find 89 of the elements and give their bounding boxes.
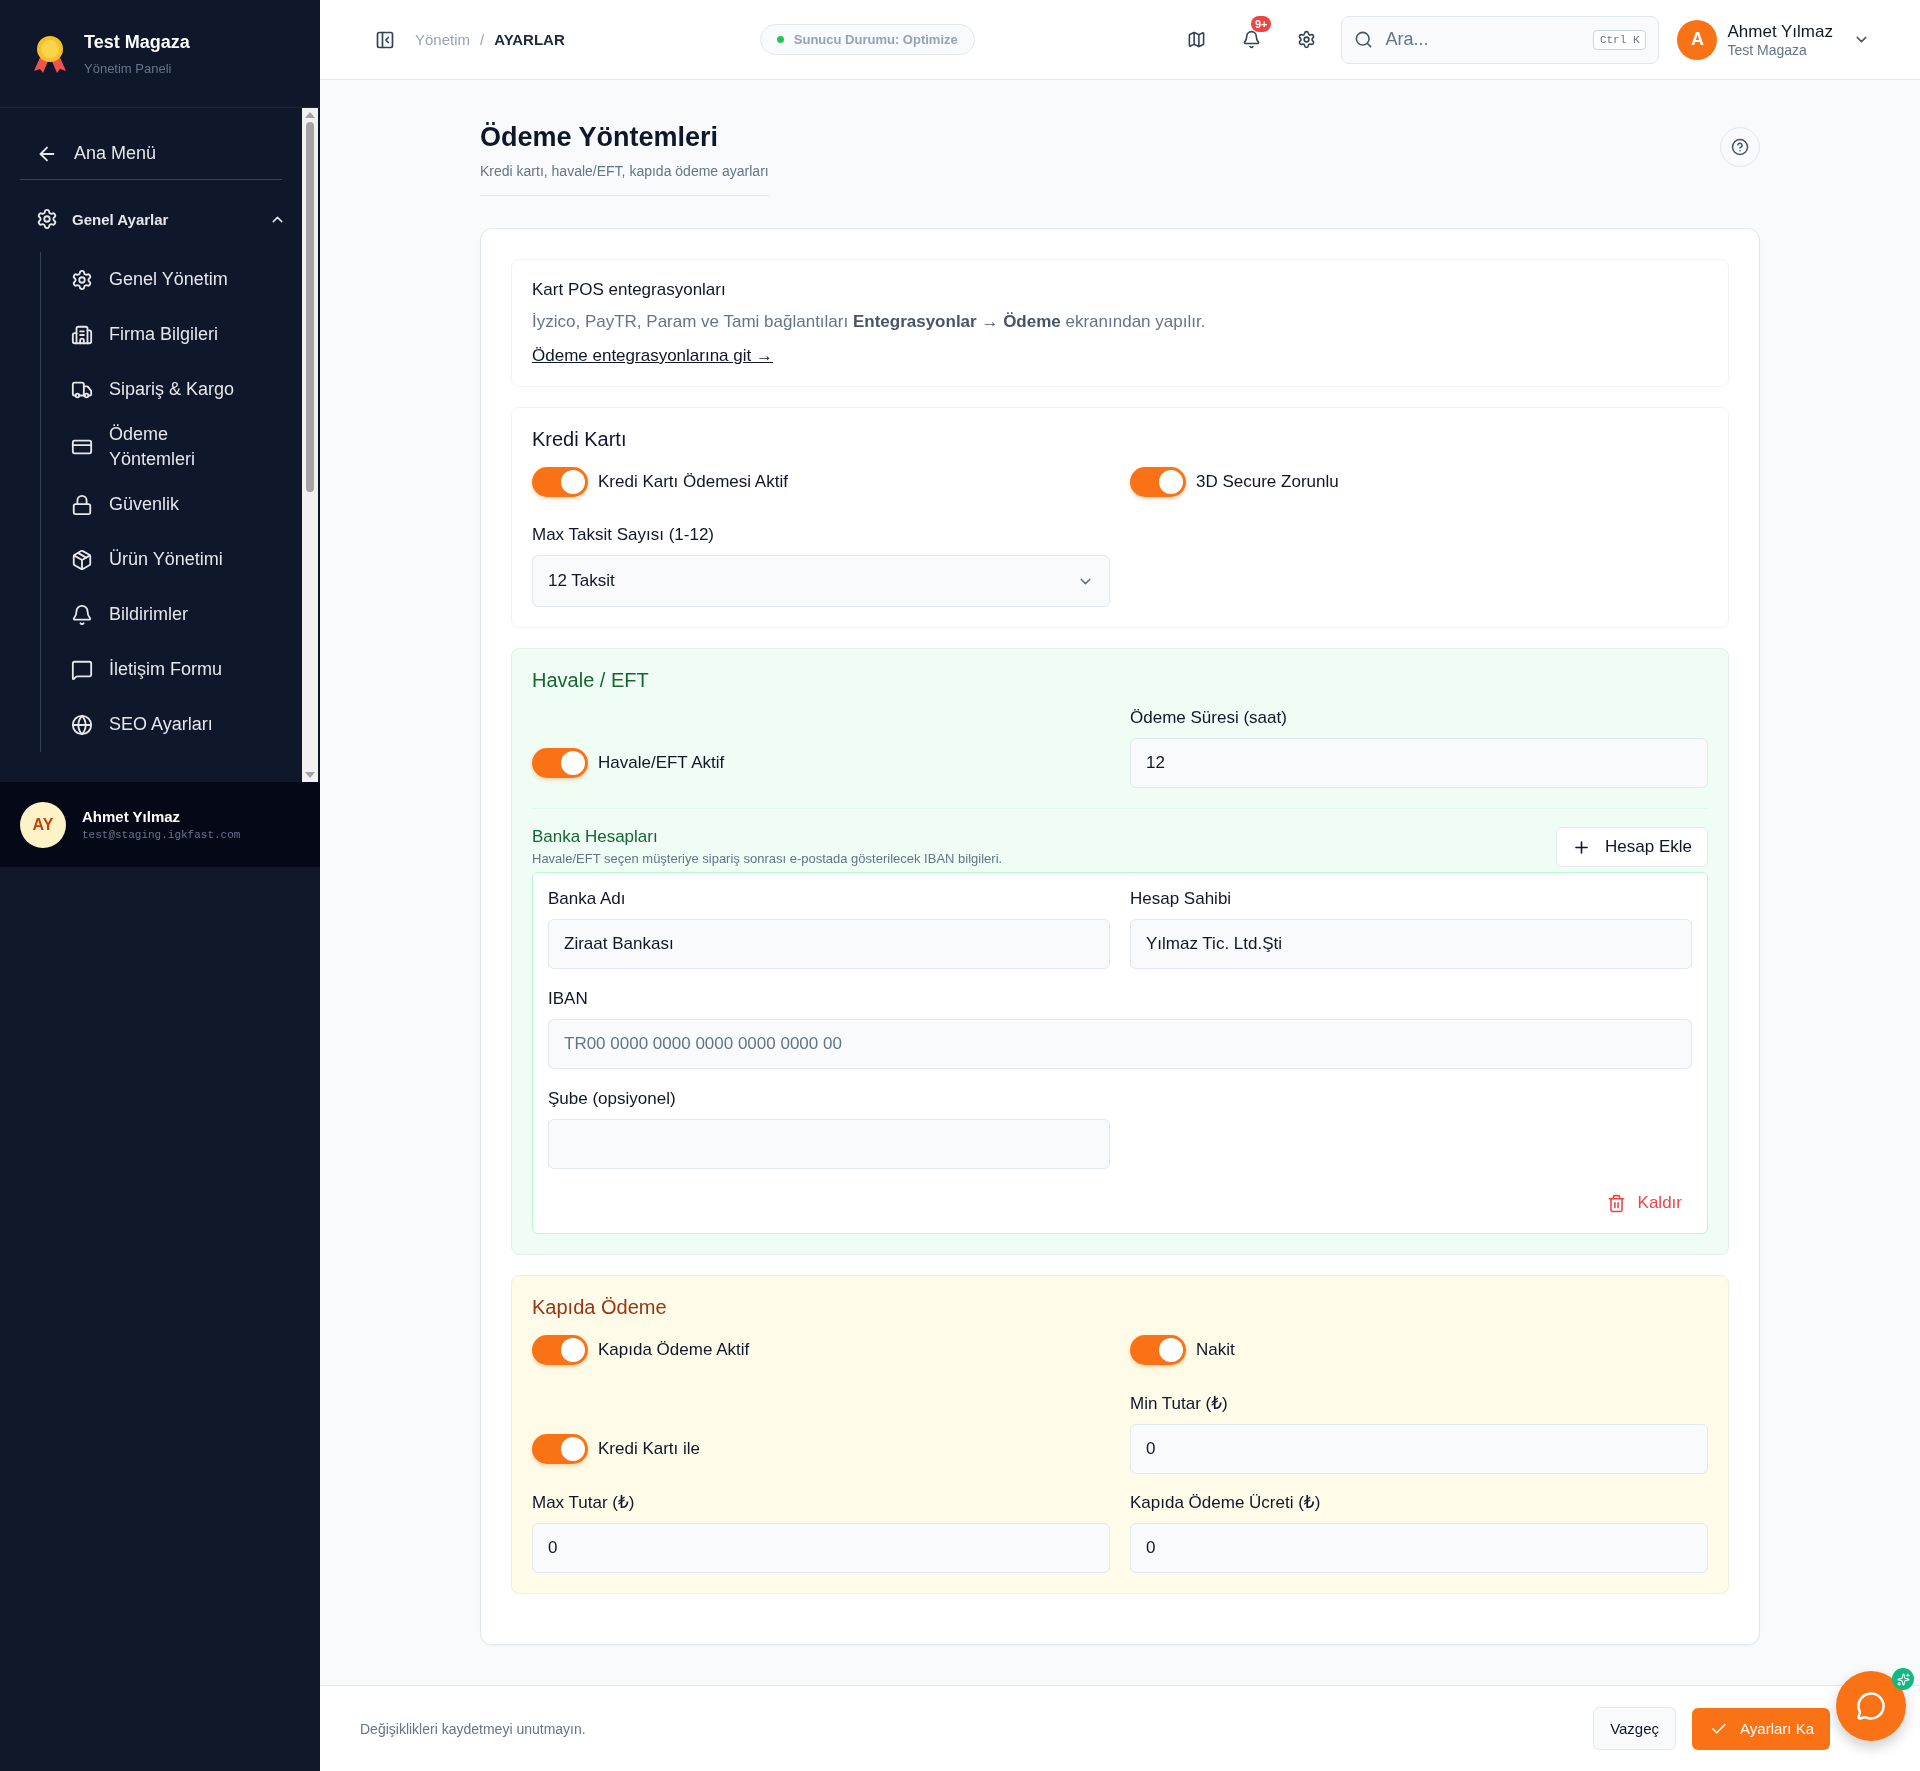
globe-icon [71,713,93,736]
toggle-label: Nakit [1196,1340,1235,1360]
toggle-switch[interactable] [532,467,588,497]
sidebar-item[interactable]: Ödeme Yöntemleri [41,417,282,477]
input-field[interactable]: 0 [532,1523,1110,1573]
brand-subtitle: Yönetim Paneli [84,60,173,76]
field-label: Max Taksit Sayısı (1-12) [532,525,716,545]
toggle-label: Kredi Kartı Ödemesi Aktif [598,472,788,492]
section-title: Kapıda Ödeme [532,1296,668,1319]
package-icon [71,548,93,571]
help-icon [1731,138,1749,156]
footer-note: Değişiklikleri kaydetmeyi unutmayın. [360,1720,586,1737]
field-label: Şube (opsiyonel) [548,1089,677,1109]
toggle-label: Kredi Kartı ile [598,1439,701,1459]
input-field[interactable]: Ziraat Bankası [548,919,1110,969]
chat-button[interactable] [1836,1671,1906,1741]
field-label: Max Tutar (₺) [532,1492,636,1513]
integration-link[interactable]: Ödeme entegrasyonlarına git → [532,346,773,366]
select-field[interactable]: 12 Taksit [532,555,1110,607]
search-icon [1354,30,1374,49]
bank-accounts-hint: Havale/EFT seçen müşteriye sipariş sonrası e-postada gösterilecek IBAN bilgileri. [532,851,1003,866]
brand-title: Test Magaza [84,31,190,53]
toggle-label: 3D Secure Zorunlu [1196,472,1339,492]
sidebar-item[interactable]: Firma Bilgileri [41,307,282,362]
search-bar[interactable]: Ara... Ctrl K [1341,15,1660,64]
breadcrumb-separator: / [480,31,485,48]
remove-button[interactable]: Kaldır [1606,1193,1682,1213]
server-status-badge: Sunucu Durumu: Optimize [759,24,975,55]
toggle-switch[interactable] [532,1434,588,1464]
bell-icon [1242,30,1261,49]
user-name: Ahmet Yılmaz [82,808,182,825]
gear-icon [36,208,58,230]
toggle-label: Kapıda Ödeme Aktif [598,1340,750,1360]
breadcrumb-item: AYARLAR [494,31,565,48]
back-link[interactable]: Ana Menü [20,128,282,180]
toggle-switch[interactable] [1130,467,1186,497]
add-account-button[interactable]: Hesap Ekle [1556,827,1708,867]
section-title: Kredi Kartı [532,428,628,451]
user-name: Ahmet Yılmaz [1727,21,1833,42]
sidebar-item[interactable]: SEO Ayarları [41,697,282,752]
shortcut-hint: Ctrl K [1592,29,1647,50]
notification-count: 9+ [1250,15,1272,32]
scrollbar[interactable] [302,108,318,782]
gear-icon [71,268,93,291]
input-field[interactable]: TR00 0000 0000 0000 0000 0000 00 [548,1019,1692,1069]
bell-icon [71,603,93,626]
user-avatar: A [1677,19,1718,60]
sidebar-item[interactable]: İletişim Formu [41,642,282,697]
field-label: Hesap Sahibi [1130,889,1233,909]
field-label: Kapıda Ödeme Ücreti (₺) [1130,1492,1322,1513]
user-email: test@staging.igkfast.com [82,829,241,841]
input-field[interactable] [548,1119,1110,1169]
toggle-switch[interactable] [1130,1335,1186,1365]
lock-icon [71,493,93,516]
page-subtitle: Kredi kartı, havale/EFT, kapıda ödeme ayarları [480,163,769,179]
toggle-switch[interactable] [532,1335,588,1365]
toggle-label: Havale/EFT Aktif [598,753,725,773]
sidebar-item[interactable]: Sipariş & Kargo [41,362,282,417]
search-field[interactable]: Ara... [1383,24,1583,55]
field-label: Banka Adı [548,889,627,909]
store-name: Test Magaza [1727,41,1808,58]
section-title: Havale / EFT [532,669,650,692]
user-menu[interactable]: A Ahmet Yılmaz Test Magaza [1677,19,1870,60]
input-field[interactable]: 12 [1130,738,1708,788]
chat-icon [1856,1691,1886,1721]
sidebar-item[interactable]: Bildirimler [41,587,282,642]
info-text: İyzico, PayTR, Param ve Tami bağlantıları Entegrasyonlar → Ödeme ekranından yapılır. [532,312,1207,332]
bank-accounts-title: Banka Hesapları [532,827,659,847]
panel-icon [375,29,395,50]
settings-icon [1297,30,1316,49]
toggle-switch[interactable] [532,748,588,778]
field-label: Ödeme Süresi (saat) [1130,708,1288,728]
input-field[interactable]: Yılmaz Tic. Ltd.Şti [1130,919,1692,969]
building-icon [71,323,93,346]
cancel-button[interactable]: Vazgeç [1593,1707,1677,1750]
input-field[interactable]: 0 [1130,1424,1708,1474]
field-label: Min Tutar (₺) [1130,1393,1229,1414]
trash-icon [1606,1193,1626,1213]
nav-group-header[interactable]: Genel Ayarlar [20,192,286,246]
info-title: Kart POS entegrasyonları [532,280,727,300]
sidebar-item[interactable]: Ürün Yönetimi [41,532,282,587]
user-avatar: AY [20,801,66,848]
map-icon [1187,30,1206,49]
sidebar-item[interactable]: Güvenlik [41,477,282,532]
sidebar-item[interactable]: Genel Yönetim [41,252,282,307]
page-title: Ödeme Yöntemleri [480,122,720,153]
chat-icon [71,658,93,681]
input-field[interactable]: 0 [1130,1523,1708,1573]
field-label: IBAN [548,989,589,1009]
